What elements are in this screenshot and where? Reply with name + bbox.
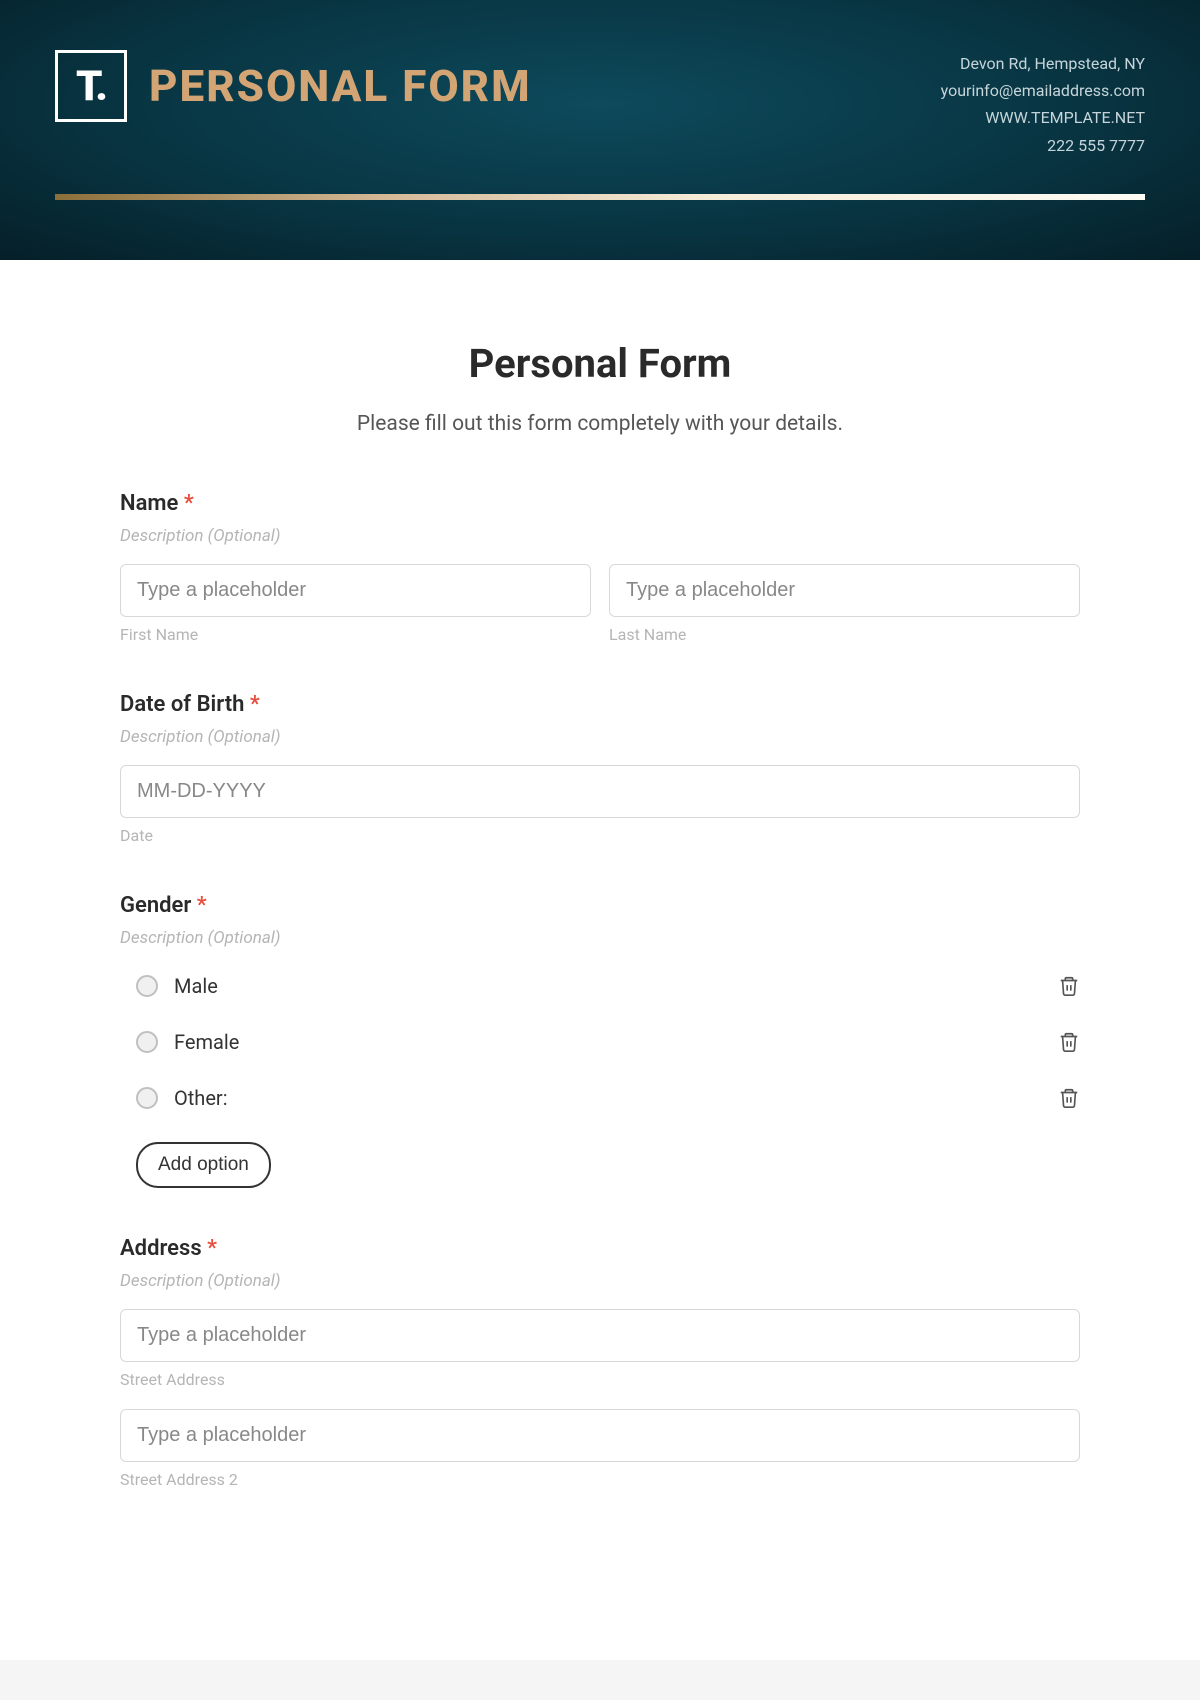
contact-info: Devon Rd, Hempstead, NY yourinfo@emailad… [941,50,1145,159]
first-name-sublabel: First Name [120,625,591,644]
gender-option-male: Male [120,966,1080,1006]
name-label: Name * [120,491,1080,516]
banner-title: PERSONAL FORM [149,60,532,112]
gender-field: Gender * Description (Optional) Male Fem… [120,893,1080,1188]
dob-field: Date of Birth * Description (Optional) D… [120,692,1080,845]
gender-option-other: Other: [120,1078,1080,1118]
radio-left[interactable]: Other: [136,1086,228,1110]
name-field: Name * Description (Optional) First Name… [120,491,1080,644]
required-asterisk: * [184,491,194,516]
street-address-2-sublabel: Street Address 2 [120,1470,1080,1489]
contact-address: Devon Rd, Hempstead, NY [941,50,1145,77]
radio-label: Other: [174,1086,228,1110]
header-banner: T. PERSONAL FORM Devon Rd, Hempstead, NY… [0,0,1200,260]
dob-input[interactable] [120,765,1080,818]
radio-icon[interactable] [136,975,158,997]
form-subtitle: Please fill out this form completely wit… [120,412,1080,436]
form-title: Personal Form [120,340,1080,387]
trash-icon[interactable] [1058,1030,1080,1054]
radio-icon[interactable] [136,1031,158,1053]
divider-bar [55,194,1145,200]
contact-website: WWW.TEMPLATE.NET [941,104,1145,131]
name-description[interactable]: Description (Optional) [120,526,1080,546]
first-name-input[interactable] [120,564,591,617]
radio-label: Male [174,974,218,998]
add-option-button[interactable]: Add option [136,1142,271,1188]
last-name-input[interactable] [609,564,1080,617]
dob-sublabel: Date [120,826,1080,845]
street-address-input[interactable] [120,1309,1080,1362]
address-field: Address * Description (Optional) Street … [120,1236,1080,1489]
banner-top-row: T. PERSONAL FORM Devon Rd, Hempstead, NY… [55,50,1145,159]
logo-group: T. PERSONAL FORM [55,50,532,122]
required-asterisk: * [197,893,207,918]
dob-label: Date of Birth * [120,692,1080,717]
form-area: Personal Form Please fill out this form … [0,260,1200,1660]
contact-email: yourinfo@emailaddress.com [941,77,1145,104]
last-name-sublabel: Last Name [609,625,1080,644]
required-asterisk: * [207,1236,217,1261]
radio-left[interactable]: Male [136,974,218,998]
trash-icon[interactable] [1058,974,1080,998]
logo-text: T. [76,62,106,111]
radio-left[interactable]: Female [136,1030,239,1054]
required-asterisk: * [250,692,260,717]
logo-box: T. [55,50,127,122]
address-label: Address * [120,1236,1080,1261]
trash-icon[interactable] [1058,1086,1080,1110]
gender-option-female: Female [120,1022,1080,1062]
dob-description[interactable]: Description (Optional) [120,727,1080,747]
gender-description[interactable]: Description (Optional) [120,928,1080,948]
radio-label: Female [174,1030,239,1054]
address-description[interactable]: Description (Optional) [120,1271,1080,1291]
radio-icon[interactable] [136,1087,158,1109]
name-input-row: First Name Last Name [120,564,1080,644]
street-address-sublabel: Street Address [120,1370,1080,1389]
gender-label: Gender * [120,893,1080,918]
street-address-2-input[interactable] [120,1409,1080,1462]
contact-phone: 222 555 7777 [941,132,1145,159]
